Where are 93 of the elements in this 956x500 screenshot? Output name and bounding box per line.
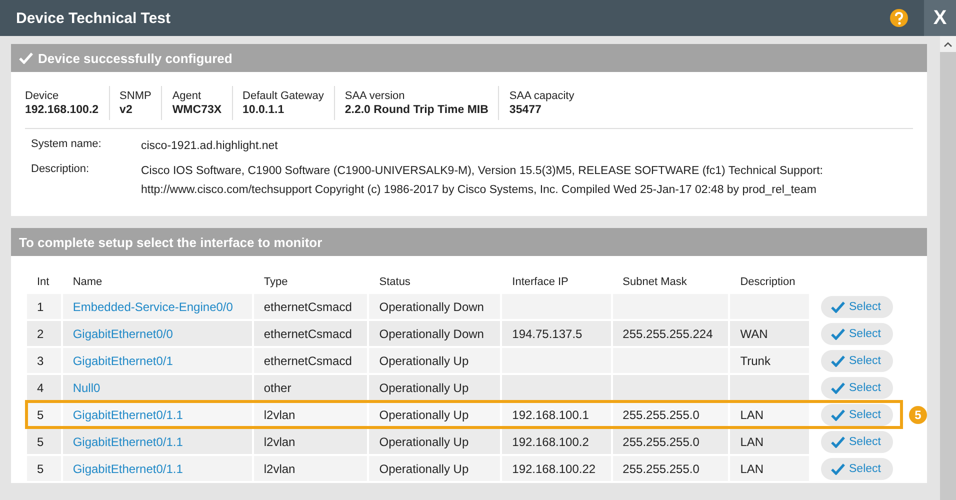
column-header: Interface IP xyxy=(511,275,570,290)
table-cell: l2vlan xyxy=(254,402,368,427)
field-value: WMC73X xyxy=(172,104,222,116)
table-cell: 5 xyxy=(27,429,61,454)
column-header: Type xyxy=(262,275,289,290)
column-header: Int xyxy=(36,275,50,290)
column-header: Status xyxy=(378,275,412,290)
select-button[interactable]: Select xyxy=(821,296,893,318)
table-cell: l2vlan xyxy=(254,456,368,481)
table-cell: 255.255.255.0 xyxy=(612,402,728,427)
table-cell: ethernetCsmacd xyxy=(254,294,368,319)
table-cell: Operationally Up xyxy=(369,429,500,454)
field-value: v2 xyxy=(120,104,134,116)
field-label: SAA capacity xyxy=(509,90,574,102)
table-cell: 255.255.255.0 xyxy=(612,429,728,454)
table-cell: LAN xyxy=(730,456,809,481)
table-row[interactable]: 5 GigabitEthernet0/1.1 l2vlan Operationally Up 192.168.100.2 255.255.255.0 LAN Select xyxy=(27,429,901,454)
table-cell: 1 xyxy=(27,294,61,319)
field-value: 35477 xyxy=(509,104,542,116)
table-row[interactable]: 3 GigabitEthernet0/1 ethernetCsmacd Operationally Up Trunk Select xyxy=(27,348,901,373)
field-label: Default Gateway xyxy=(242,90,324,102)
table-cell: Operationally Up xyxy=(369,456,500,481)
table-cell: Operationally Up xyxy=(369,402,500,427)
table-cell: 192.168.100.2 xyxy=(502,429,611,454)
interface-link[interactable]: GigabitEthernet0/0 xyxy=(62,321,252,346)
interface-link[interactable]: GigabitEthernet0/1.1 xyxy=(62,429,252,454)
interface-link[interactable]: Null0 xyxy=(62,375,252,400)
table-cell: 255.255.255.224 xyxy=(612,321,728,346)
detail-label: Description: xyxy=(31,162,90,177)
table-row[interactable]: 4 Null0 other Operationally Up Select xyxy=(27,375,901,400)
panel-title: To complete setup select the interface to monitor xyxy=(19,234,322,250)
column-header: Name xyxy=(72,275,104,290)
table-cell: 2 xyxy=(27,321,61,346)
table-row[interactable]: 2 GigabitEthernet0/0 ethernetCsmacd Operationally Down 194.75.137.5 255.255.255.224 WAN Select xyxy=(27,321,901,346)
table-cell: 192.168.100.1 xyxy=(502,402,611,427)
step-badge: 5 xyxy=(909,406,927,424)
table-cell: 192.168.100.22 xyxy=(502,456,611,481)
field-label: Agent xyxy=(172,90,202,102)
table-cell: LAN xyxy=(730,402,809,427)
scroll-up-icon[interactable] xyxy=(944,42,952,46)
table-cell: 4 xyxy=(27,375,61,400)
table-cell: other xyxy=(254,375,368,400)
detail-value: cisco-1921.ad.highlight.net xyxy=(141,139,279,154)
table-cell: Trunk xyxy=(730,348,809,373)
table-cell: 5 xyxy=(27,402,61,427)
check-icon xyxy=(831,436,845,448)
table-cell: Operationally Up xyxy=(369,348,500,373)
select-button[interactable]: Select xyxy=(821,350,893,372)
help-icon[interactable] xyxy=(890,9,908,27)
close-button[interactable]: X xyxy=(924,0,956,36)
field-label: Device xyxy=(25,90,60,102)
table-cell: Operationally Down xyxy=(369,321,500,346)
check-icon xyxy=(831,408,845,420)
table-row[interactable]: 5 GigabitEthernet0/1.1 l2vlan Operationally Up 192.168.100.22 255.255.255.0 LAN Select xyxy=(27,456,901,481)
panel-title: Device successfully configured xyxy=(38,50,232,66)
select-button[interactable]: Select xyxy=(821,376,893,398)
check-icon xyxy=(831,354,845,366)
select-button[interactable]: Select xyxy=(821,458,893,480)
detail-label: System name: xyxy=(31,137,102,152)
check-icon xyxy=(831,328,845,340)
table-cell: WAN xyxy=(730,321,809,346)
table-row[interactable]: 1 Embedded-Service-Engine0/0 ethernetCsmacd Operationally Down Select xyxy=(27,294,901,319)
table-cell: LAN xyxy=(730,429,809,454)
check-icon xyxy=(831,382,845,394)
table-cell: Operationally Down xyxy=(369,294,500,319)
field-label: SNMP xyxy=(120,90,152,102)
column-header: Description xyxy=(739,275,796,290)
column-header: Subnet Mask xyxy=(622,275,688,290)
interface-link[interactable]: Embedded-Service-Engine0/0 xyxy=(62,294,252,319)
table-cell: ethernetCsmacd xyxy=(254,321,368,346)
table-cell: ethernetCsmacd xyxy=(254,348,368,373)
check-icon xyxy=(831,462,845,474)
table-cell: 194.75.137.5 xyxy=(502,321,611,346)
select-button[interactable]: Select xyxy=(821,430,893,452)
interface-link[interactable]: GigabitEthernet0/1.1 xyxy=(62,402,252,427)
window-title: Device Technical Test xyxy=(15,10,172,26)
field-label: SAA version xyxy=(344,90,406,102)
detail-value: Cisco IOS Software, C1900 Software (C1900-UNIVERSALK9-M), Version 15.5(3)M5, RELEASE SOFTWARE (fc1) Technical Support: http://www.cisco.com/techsupport Copyright (c) 1986-2017 by Cisco Systems, Inc. Compiled Wed 25-Jan-17 02:48 by prod_rel_team xyxy=(141,164,824,198)
table-cell: Operationally Up xyxy=(369,375,500,400)
scrollbar[interactable] xyxy=(940,36,956,500)
interface-link[interactable]: GigabitEthernet0/1.1 xyxy=(62,456,252,481)
table-cell: 3 xyxy=(27,348,61,373)
select-button[interactable]: Select xyxy=(821,404,893,426)
field-value: 10.0.1.1 xyxy=(242,104,286,116)
field-value: 192.168.100.2 xyxy=(25,104,99,116)
check-icon xyxy=(19,52,33,64)
table-cell: 5 xyxy=(27,456,61,481)
table-cell: l2vlan xyxy=(254,429,368,454)
field-value: 2.2.0 Round Trip Time MIB xyxy=(344,104,488,116)
interface-link[interactable]: GigabitEthernet0/1 xyxy=(62,348,252,373)
select-button[interactable]: Select xyxy=(821,322,893,344)
check-icon xyxy=(831,300,845,312)
table-cell: 255.255.255.0 xyxy=(612,456,728,481)
